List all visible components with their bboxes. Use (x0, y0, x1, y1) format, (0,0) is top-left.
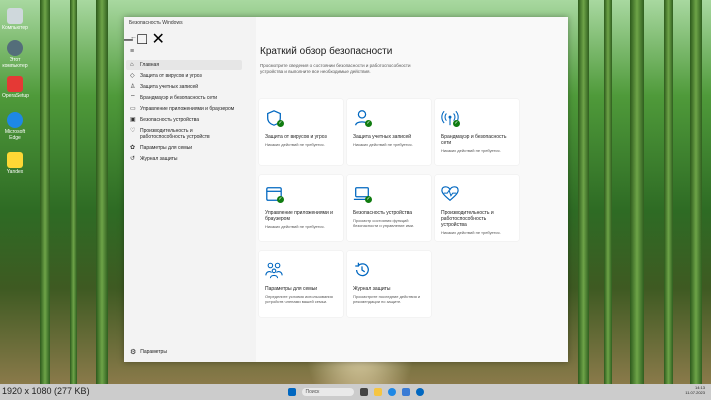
yandex-icon (7, 152, 23, 168)
edge-taskbar-icon[interactable] (387, 388, 396, 396)
start-icon[interactable] (287, 388, 296, 396)
heart-icon: ♡ (130, 128, 136, 134)
task-view-icon[interactable] (359, 388, 368, 396)
tile-app-browser-control[interactable]: ✓ Управление приложениями и браузером Ни… (259, 175, 343, 241)
window-title: Безопасность Windows (129, 20, 183, 26)
sidebar-item-firewall[interactable]: ⌔ Брандмауэр и безопасность сети (126, 93, 242, 103)
security-taskbar-icon[interactable] (415, 388, 424, 396)
desktop-icon-this-pc[interactable]: Этот компьютер (2, 40, 28, 69)
tile-device-security[interactable]: ✓ Безопасность устройства Просмотр состо… (347, 175, 431, 241)
taskbar-icons: Поиск (0, 384, 711, 400)
check-icon: ✓ (365, 196, 372, 203)
system-clock[interactable]: 14:13 11.07.2023 (685, 385, 705, 395)
page-description: Просмотрите сведения о состоянии безопас… (260, 63, 411, 74)
person-icon: ♙ (130, 84, 136, 90)
history-icon (355, 262, 369, 277)
sidebar-nav: ⌂ Главная ◇ Защита от вирусов и угроз ♙ … (126, 60, 242, 165)
gear-icon: ⚙ (130, 349, 137, 356)
sidebar-item-protection-history[interactable]: ↺ Журнал защиты (126, 154, 242, 164)
image-size-label: 1920 x 1080 (277 KB) (2, 386, 90, 396)
file-explorer-icon[interactable] (373, 388, 382, 396)
tile-family-options[interactable]: Параметры для семьи Определите условия и… (259, 251, 343, 317)
menu-button[interactable]: ≡ (130, 48, 134, 55)
desktop-icon-operasetup[interactable]: OperaSetup (2, 76, 29, 99)
browser-icon: ▭ (130, 106, 136, 112)
opera-icon (7, 76, 23, 92)
desktop-icon-edge[interactable]: Microsoft Edge (2, 112, 28, 141)
sidebar-item-virus-protection[interactable]: ◇ Защита от вирусов и угроз (126, 71, 242, 81)
store-icon[interactable] (401, 388, 410, 396)
wifi-icon: ⌔ (130, 95, 136, 101)
sidebar-item-settings[interactable]: ⚙ Параметры (130, 348, 167, 356)
sidebar-item-family-options[interactable]: ✿ Параметры для семьи (126, 143, 242, 153)
family-icon (265, 262, 283, 279)
family-icon: ✿ (130, 145, 136, 151)
desktop-icon-yandex[interactable]: Yandex (2, 152, 28, 175)
check-icon: ✓ (365, 120, 372, 127)
security-window: Безопасность Windows – □ ✕ ← ≡ ⌂ Главная… (124, 17, 568, 362)
tile-account-protection[interactable]: ✓ Защита учетных записей Никаких действи… (347, 99, 431, 165)
tile-virus-protection[interactable]: ✓ Защита от вирусов и угроз Никаких дейс… (259, 99, 343, 165)
tile-protection-history[interactable]: Журнал защиты Просмотрите последние дейс… (347, 251, 431, 317)
main-content: Краткий обзор безопасности Просмотрите с… (256, 17, 568, 362)
sidebar-item-home[interactable]: ⌂ Главная (126, 60, 242, 70)
sidebar-item-device-performance[interactable]: ♡ Производительность и работоспособность… (126, 126, 242, 142)
this-pc-icon (7, 40, 23, 56)
taskbar-search[interactable]: Поиск (301, 388, 354, 396)
page-title: Краткий обзор безопасности (260, 46, 393, 57)
close-button[interactable]: ✕ (151, 31, 164, 48)
shield-icon: ◇ (130, 73, 135, 79)
tile-device-performance[interactable]: Производительность и работоспособность у… (435, 175, 519, 241)
tile-firewall[interactable]: ✓ Брандмауэр и безопасность сети Никаких… (435, 99, 519, 165)
check-icon: ✓ (277, 196, 284, 203)
check-icon: ✓ (453, 120, 460, 127)
history-icon: ↺ (130, 156, 136, 162)
home-icon: ⌂ (130, 62, 134, 68)
heart-icon (441, 186, 459, 202)
desktop-icon-computer[interactable]: Компьютер (2, 8, 28, 31)
laptop-icon: ▣ (130, 117, 136, 123)
maximize-button[interactable]: □ (137, 31, 147, 48)
back-button[interactable]: ← (130, 34, 137, 41)
sidebar-item-account-protection[interactable]: ♙ Защита учетных записей (126, 82, 242, 92)
edge-icon (7, 112, 23, 128)
computer-icon (7, 8, 23, 24)
sidebar-item-device-security[interactable]: ▣ Безопасность устройства (126, 115, 242, 125)
check-icon: ✓ (277, 120, 284, 127)
sidebar-item-app-browser-control[interactable]: ▭ Управление приложениями и браузером (126, 104, 242, 114)
